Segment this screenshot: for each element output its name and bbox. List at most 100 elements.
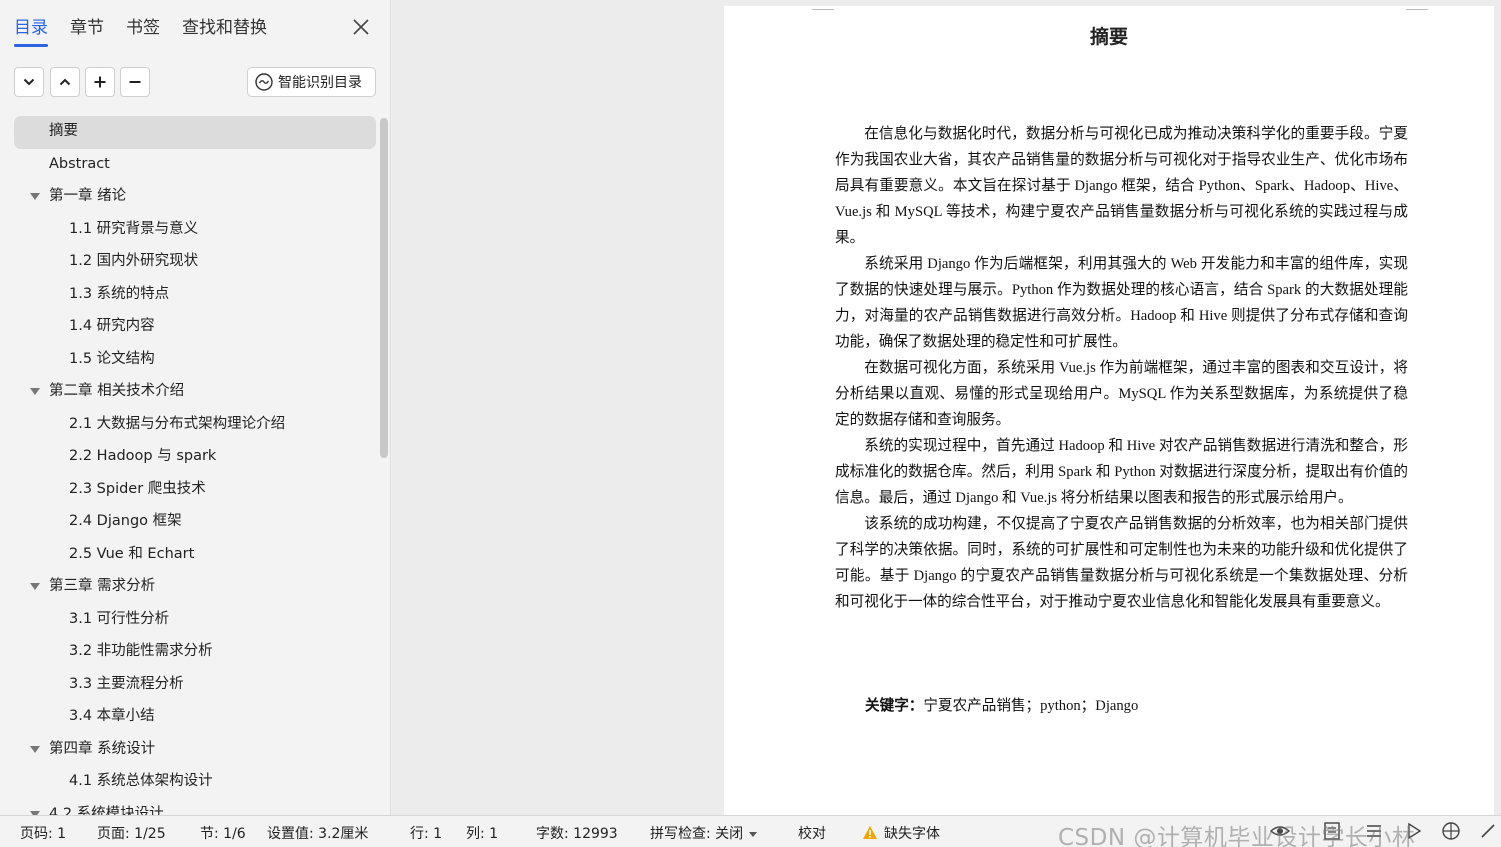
status-column[interactable]: 列: 1: [466, 823, 498, 843]
watermark: CSDN @计算机毕业设计学长小林: [1058, 825, 1416, 847]
keywords-value: 宁夏农产品销售；python；Django: [923, 698, 1139, 714]
toc-item[interactable]: 1.5 论文结构: [14, 344, 376, 377]
toc-item-label: 摘要: [49, 123, 78, 139]
toc-item[interactable]: Abstract: [14, 149, 376, 182]
missing-font-label: 缺失字体: [884, 826, 940, 842]
toc-item-label: Abstract: [49, 155, 110, 172]
status-setting-value[interactable]: 设置值: 3.2厘米: [267, 823, 368, 843]
play-icon[interactable]: [1404, 821, 1424, 841]
toc-item[interactable]: 2.2 Hadoop 与 spark: [14, 441, 376, 474]
chevron-down-icon: [23, 78, 35, 86]
toc-item-label: 3.1 可行性分析: [69, 610, 170, 627]
toc-item-label: 2.2 Hadoop 与 spark: [69, 448, 217, 464]
smart-recognize-icon: [255, 73, 273, 91]
tab-bookmarks[interactable]: 书签: [126, 16, 160, 46]
toc-item[interactable]: 1.2 国内外研究现状: [14, 246, 376, 279]
page-corner-mark: [1406, 6, 1428, 10]
keywords-label: 关键字：: [865, 698, 924, 714]
toc-item[interactable]: 3.1 可行性分析: [14, 604, 376, 637]
toc-item-label: 1.1 研究背景与意义: [69, 220, 199, 237]
status-section[interactable]: 节: 1/6: [200, 823, 246, 843]
toc-item-label: 第一章 绪论: [49, 188, 127, 204]
caret-down-icon[interactable]: [30, 193, 40, 200]
status-word-count[interactable]: 字数: 12993: [536, 823, 618, 843]
caret-down-icon[interactable]: [30, 745, 40, 753]
toc-item[interactable]: 第三章 需求分析: [14, 571, 376, 604]
close-pane-button[interactable]: [350, 16, 372, 38]
toc-item[interactable]: 摘要: [14, 116, 376, 149]
caret-down-icon[interactable]: [30, 583, 40, 590]
warning-icon: [863, 826, 877, 839]
status-page-number[interactable]: 页码: 1: [20, 823, 66, 843]
outline-view-icon[interactable]: [1364, 821, 1384, 841]
toc-item[interactable]: 2.1 大数据与分布式架构理论介绍: [14, 409, 376, 442]
web-layout-icon[interactable]: [1441, 821, 1461, 841]
toc-list: 摘要 Abstract 第一章 绪论 1.1 研究背景与意义 1.2 国内外研究现状 1.…: [14, 116, 376, 815]
caret-down-icon[interactable]: [30, 388, 40, 395]
toc-item[interactable]: 3.3 主要流程分析: [14, 669, 376, 702]
collapse-button[interactable]: [50, 67, 80, 97]
toc-item[interactable]: 3.4 本章小结: [14, 701, 376, 734]
toc-item-label: 1.4 研究内容: [69, 318, 155, 334]
toc-item[interactable]: 2.5 Vue 和 Echart: [14, 539, 376, 572]
navigation-pane: 目录 章节 书签 查找和替换 智能识别目录 摘要 Abstract 第一章 绪论…: [0, 0, 391, 815]
page-view-icon[interactable]: [1322, 821, 1342, 841]
document-title: 摘要: [1089, 26, 1128, 48]
status-proofread[interactable]: 校对: [798, 823, 826, 843]
document-page[interactable]: 摘要 在信息化与数据化时代，数据分析与可视化已成为推动决策科学化的重要手段。宁夏…: [724, 6, 1494, 815]
toc-scrollbar[interactable]: [380, 118, 388, 458]
toc-item-label: 3.3 主要流程分析: [69, 675, 184, 692]
toc-item-label: 2.5 Vue 和 Echart: [69, 545, 195, 562]
status-missing-font[interactable]: 缺失字体: [862, 823, 940, 843]
toc-item[interactable]: 第四章 系统设计: [14, 734, 376, 767]
toc-item-label: 第三章 需求分析: [49, 578, 156, 594]
document-canvas: H1 摘要 在信息化与数据化时代，数据分析与可视化已成为推动决策科学化的重要手段…: [392, 0, 1501, 815]
toc-item-label: 1.2 国内外研究现状: [69, 253, 199, 269]
smart-toc-label: 智能识别目录: [278, 75, 362, 91]
toc-item-label: 2.3 Spider 爬虫技术: [69, 480, 206, 497]
body-paragraph: 系统采用 Django 作为后端框架，利用其强大的 Web 开发能力和丰富的组件…: [835, 256, 1408, 350]
add-heading-button[interactable]: [85, 67, 115, 97]
toc-item[interactable]: 1.3 系统的特点: [14, 279, 376, 312]
toc-item-label: 4.2 系统模块设计: [49, 805, 164, 816]
toc-item-label: 1.3 系统的特点: [69, 285, 170, 302]
body-paragraph: 在数据可视化方面，系统采用 Vue.js 作为前端框架，通过丰富的图表和交互设计…: [835, 360, 1408, 428]
status-row[interactable]: 行: 1: [410, 823, 442, 843]
toc-item[interactable]: 第二章 相关技术介绍: [14, 376, 376, 409]
plus-icon: [94, 76, 106, 88]
toc-item-label: 2.4 Django 框架: [69, 513, 182, 529]
document-body: 在信息化与数据化时代，数据分析与可视化已成为推动决策科学化的重要手段。宁夏作为我…: [835, 121, 1408, 615]
toc-toolbar: 智能识别目录: [14, 67, 376, 97]
toc-item-label: 4.1 系统总体架构设计: [69, 773, 213, 789]
toc-item[interactable]: 3.2 非功能性需求分析: [14, 636, 376, 669]
chevron-up-icon: [59, 78, 71, 86]
tab-chapters[interactable]: 章节: [70, 16, 104, 46]
status-spell-check[interactable]: 拼写检查: 关闭: [650, 823, 758, 843]
smart-toc-button[interactable]: 智能识别目录: [247, 67, 376, 97]
toc-item[interactable]: 2.4 Django 框架: [14, 506, 376, 539]
body-paragraph: 系统的实现过程中，首先通过 Hadoop 和 Hive 对农产品销售数据进行清洗…: [835, 438, 1408, 506]
tab-find-replace[interactable]: 查找和替换: [182, 16, 267, 46]
eye-icon[interactable]: [1270, 821, 1290, 841]
toc-item[interactable]: 1.4 研究内容: [14, 311, 376, 344]
page-corner-mark: [812, 6, 834, 10]
tab-toc[interactable]: 目录: [14, 16, 48, 47]
minus-icon: [129, 81, 141, 83]
toc-item[interactable]: 4.2 系统模块设计: [14, 799, 376, 816]
expand-button[interactable]: [14, 67, 44, 97]
status-bar: 页码: 1 页面: 1/25 节: 1/6 设置值: 3.2厘米 行: 1 列:…: [0, 815, 1501, 847]
spell-check-label: 拼写检查: 关闭: [650, 826, 744, 842]
zoom-icon[interactable]: [1478, 821, 1498, 841]
toc-item[interactable]: 2.3 Spider 爬虫技术: [14, 474, 376, 507]
toc-item-label: 3.4 本章小结: [69, 708, 155, 724]
toc-item-label: 3.2 非功能性需求分析: [69, 643, 213, 659]
toc-item[interactable]: 第一章 绪论: [14, 181, 376, 214]
keywords-line: 关键字：宁夏农产品销售；python；Django: [865, 694, 1138, 715]
toc-item-label: 第四章 系统设计: [49, 740, 156, 757]
close-icon: [353, 19, 369, 35]
toc-item-label: 1.5 论文结构: [69, 350, 155, 367]
toc-item[interactable]: 4.1 系统总体架构设计: [14, 766, 376, 799]
remove-heading-button[interactable]: [120, 67, 150, 97]
toc-item[interactable]: 1.1 研究背景与意义: [14, 214, 376, 247]
status-page[interactable]: 页面: 1/25: [97, 823, 166, 843]
